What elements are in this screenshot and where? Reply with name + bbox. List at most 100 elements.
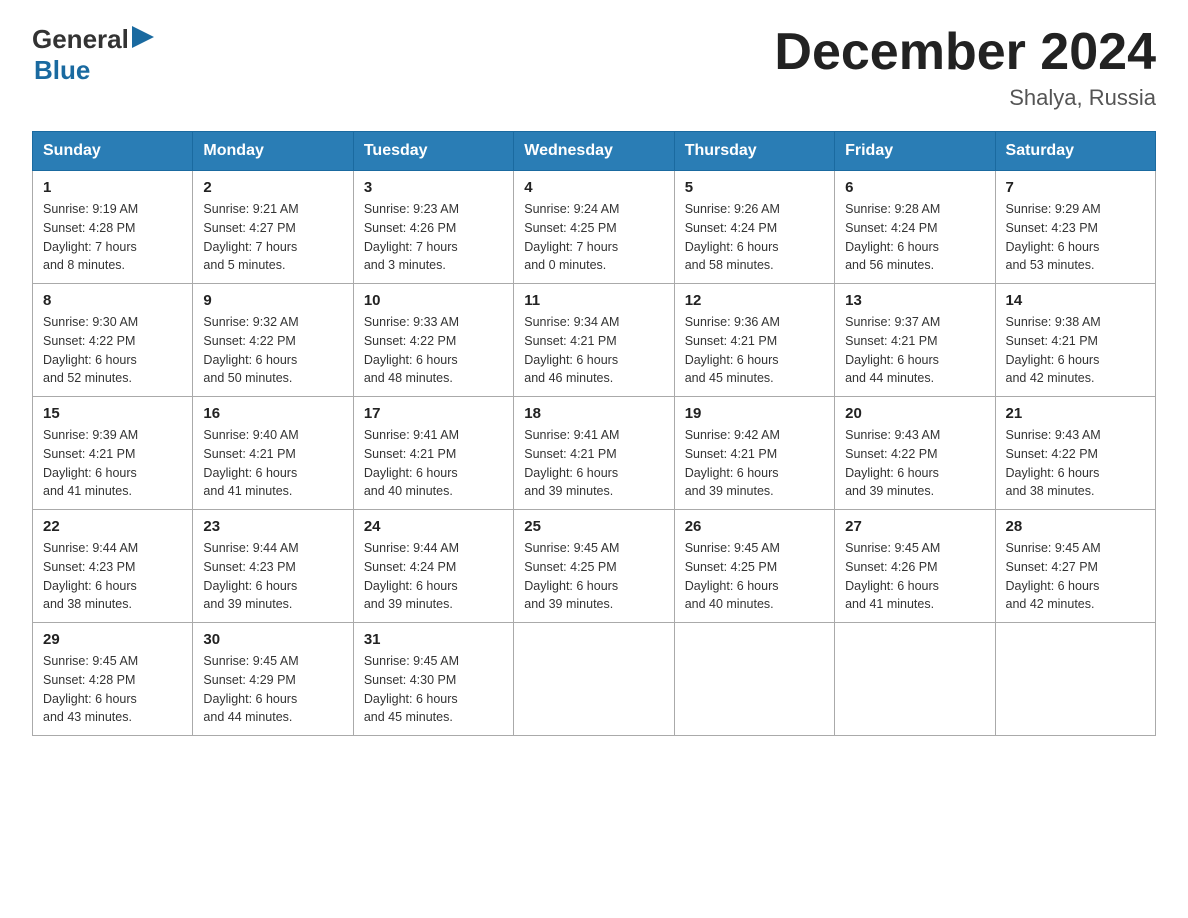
calendar-day-cell: 3 Sunrise: 9:23 AMSunset: 4:26 PMDayligh… (353, 171, 513, 284)
calendar-day-cell: 5 Sunrise: 9:26 AMSunset: 4:24 PMDayligh… (674, 171, 834, 284)
calendar-day-header: Thursday (674, 132, 834, 171)
calendar-day-cell: 27 Sunrise: 9:45 AMSunset: 4:26 PMDaylig… (835, 510, 995, 623)
day-info: Sunrise: 9:21 AMSunset: 4:27 PMDaylight:… (203, 202, 298, 272)
day-number: 29 (43, 631, 182, 648)
day-info: Sunrise: 9:32 AMSunset: 4:22 PMDaylight:… (203, 315, 298, 385)
day-number: 12 (685, 292, 824, 309)
day-number: 5 (685, 179, 824, 196)
day-number: 18 (524, 405, 663, 422)
calendar-week-row: 8 Sunrise: 9:30 AMSunset: 4:22 PMDayligh… (33, 284, 1156, 397)
day-number: 25 (524, 518, 663, 535)
day-info: Sunrise: 9:43 AMSunset: 4:22 PMDaylight:… (845, 428, 940, 498)
calendar-week-row: 22 Sunrise: 9:44 AMSunset: 4:23 PMDaylig… (33, 510, 1156, 623)
calendar-day-header: Tuesday (353, 132, 513, 171)
day-number: 2 (203, 179, 342, 196)
day-number: 28 (1006, 518, 1145, 535)
day-number: 21 (1006, 405, 1145, 422)
day-info: Sunrise: 9:45 AMSunset: 4:29 PMDaylight:… (203, 654, 298, 724)
calendar-day-cell: 14 Sunrise: 9:38 AMSunset: 4:21 PMDaylig… (995, 284, 1155, 397)
day-number: 20 (845, 405, 984, 422)
day-info: Sunrise: 9:37 AMSunset: 4:21 PMDaylight:… (845, 315, 940, 385)
calendar-week-row: 29 Sunrise: 9:45 AMSunset: 4:28 PMDaylig… (33, 623, 1156, 736)
day-number: 17 (364, 405, 503, 422)
calendar-day-cell (514, 623, 674, 736)
day-info: Sunrise: 9:29 AMSunset: 4:23 PMDaylight:… (1006, 202, 1101, 272)
day-number: 11 (524, 292, 663, 309)
day-info: Sunrise: 9:44 AMSunset: 4:23 PMDaylight:… (203, 541, 298, 611)
day-number: 15 (43, 405, 182, 422)
calendar-day-cell: 8 Sunrise: 9:30 AMSunset: 4:22 PMDayligh… (33, 284, 193, 397)
calendar-table: SundayMondayTuesdayWednesdayThursdayFrid… (32, 131, 1156, 736)
calendar-day-cell: 10 Sunrise: 9:33 AMSunset: 4:22 PMDaylig… (353, 284, 513, 397)
calendar-header-row: SundayMondayTuesdayWednesdayThursdayFrid… (33, 132, 1156, 171)
day-info: Sunrise: 9:36 AMSunset: 4:21 PMDaylight:… (685, 315, 780, 385)
day-number: 4 (524, 179, 663, 196)
day-number: 26 (685, 518, 824, 535)
day-number: 3 (364, 179, 503, 196)
day-number: 7 (1006, 179, 1145, 196)
day-info: Sunrise: 9:19 AMSunset: 4:28 PMDaylight:… (43, 202, 138, 272)
logo-triangle-icon (132, 26, 154, 53)
month-title: December 2024 (774, 24, 1156, 81)
day-info: Sunrise: 9:45 AMSunset: 4:27 PMDaylight:… (1006, 541, 1101, 611)
calendar-day-cell: 11 Sunrise: 9:34 AMSunset: 4:21 PMDaylig… (514, 284, 674, 397)
location: Shalya, Russia (774, 85, 1156, 111)
day-info: Sunrise: 9:38 AMSunset: 4:21 PMDaylight:… (1006, 315, 1101, 385)
day-info: Sunrise: 9:30 AMSunset: 4:22 PMDaylight:… (43, 315, 138, 385)
day-info: Sunrise: 9:44 AMSunset: 4:23 PMDaylight:… (43, 541, 138, 611)
calendar-day-cell: 16 Sunrise: 9:40 AMSunset: 4:21 PMDaylig… (193, 397, 353, 510)
calendar-week-row: 15 Sunrise: 9:39 AMSunset: 4:21 PMDaylig… (33, 397, 1156, 510)
day-number: 23 (203, 518, 342, 535)
day-number: 9 (203, 292, 342, 309)
day-number: 24 (364, 518, 503, 535)
calendar-day-header: Friday (835, 132, 995, 171)
calendar-day-cell: 28 Sunrise: 9:45 AMSunset: 4:27 PMDaylig… (995, 510, 1155, 623)
day-info: Sunrise: 9:28 AMSunset: 4:24 PMDaylight:… (845, 202, 940, 272)
day-info: Sunrise: 9:40 AMSunset: 4:21 PMDaylight:… (203, 428, 298, 498)
day-number: 10 (364, 292, 503, 309)
day-number: 30 (203, 631, 342, 648)
page-header: General Blue December 2024 Shalya, Russi… (32, 24, 1156, 111)
day-info: Sunrise: 9:41 AMSunset: 4:21 PMDaylight:… (524, 428, 619, 498)
day-info: Sunrise: 9:45 AMSunset: 4:25 PMDaylight:… (685, 541, 780, 611)
day-info: Sunrise: 9:33 AMSunset: 4:22 PMDaylight:… (364, 315, 459, 385)
day-info: Sunrise: 9:39 AMSunset: 4:21 PMDaylight:… (43, 428, 138, 498)
calendar-day-cell: 30 Sunrise: 9:45 AMSunset: 4:29 PMDaylig… (193, 623, 353, 736)
calendar-day-header: Sunday (33, 132, 193, 171)
day-info: Sunrise: 9:26 AMSunset: 4:24 PMDaylight:… (685, 202, 780, 272)
day-number: 16 (203, 405, 342, 422)
day-number: 19 (685, 405, 824, 422)
day-info: Sunrise: 9:44 AMSunset: 4:24 PMDaylight:… (364, 541, 459, 611)
calendar-day-cell: 24 Sunrise: 9:44 AMSunset: 4:24 PMDaylig… (353, 510, 513, 623)
day-info: Sunrise: 9:45 AMSunset: 4:30 PMDaylight:… (364, 654, 459, 724)
calendar-day-cell (995, 623, 1155, 736)
calendar-day-cell: 4 Sunrise: 9:24 AMSunset: 4:25 PMDayligh… (514, 171, 674, 284)
day-number: 27 (845, 518, 984, 535)
calendar-day-cell: 17 Sunrise: 9:41 AMSunset: 4:21 PMDaylig… (353, 397, 513, 510)
calendar-day-cell: 20 Sunrise: 9:43 AMSunset: 4:22 PMDaylig… (835, 397, 995, 510)
calendar-day-header: Monday (193, 132, 353, 171)
day-number: 31 (364, 631, 503, 648)
day-number: 8 (43, 292, 182, 309)
calendar-day-cell: 12 Sunrise: 9:36 AMSunset: 4:21 PMDaylig… (674, 284, 834, 397)
calendar-day-cell: 19 Sunrise: 9:42 AMSunset: 4:21 PMDaylig… (674, 397, 834, 510)
calendar-day-cell (674, 623, 834, 736)
calendar-day-cell: 26 Sunrise: 9:45 AMSunset: 4:25 PMDaylig… (674, 510, 834, 623)
calendar-day-header: Saturday (995, 132, 1155, 171)
day-info: Sunrise: 9:43 AMSunset: 4:22 PMDaylight:… (1006, 428, 1101, 498)
calendar-day-cell: 18 Sunrise: 9:41 AMSunset: 4:21 PMDaylig… (514, 397, 674, 510)
day-info: Sunrise: 9:24 AMSunset: 4:25 PMDaylight:… (524, 202, 619, 272)
calendar-day-cell: 1 Sunrise: 9:19 AMSunset: 4:28 PMDayligh… (33, 171, 193, 284)
day-number: 14 (1006, 292, 1145, 309)
day-number: 22 (43, 518, 182, 535)
calendar-day-cell (835, 623, 995, 736)
calendar-day-cell: 21 Sunrise: 9:43 AMSunset: 4:22 PMDaylig… (995, 397, 1155, 510)
day-info: Sunrise: 9:45 AMSunset: 4:25 PMDaylight:… (524, 541, 619, 611)
title-section: December 2024 Shalya, Russia (774, 24, 1156, 111)
calendar-day-cell: 9 Sunrise: 9:32 AMSunset: 4:22 PMDayligh… (193, 284, 353, 397)
calendar-day-cell: 22 Sunrise: 9:44 AMSunset: 4:23 PMDaylig… (33, 510, 193, 623)
day-info: Sunrise: 9:34 AMSunset: 4:21 PMDaylight:… (524, 315, 619, 385)
calendar-day-cell: 25 Sunrise: 9:45 AMSunset: 4:25 PMDaylig… (514, 510, 674, 623)
day-info: Sunrise: 9:23 AMSunset: 4:26 PMDaylight:… (364, 202, 459, 272)
day-number: 13 (845, 292, 984, 309)
